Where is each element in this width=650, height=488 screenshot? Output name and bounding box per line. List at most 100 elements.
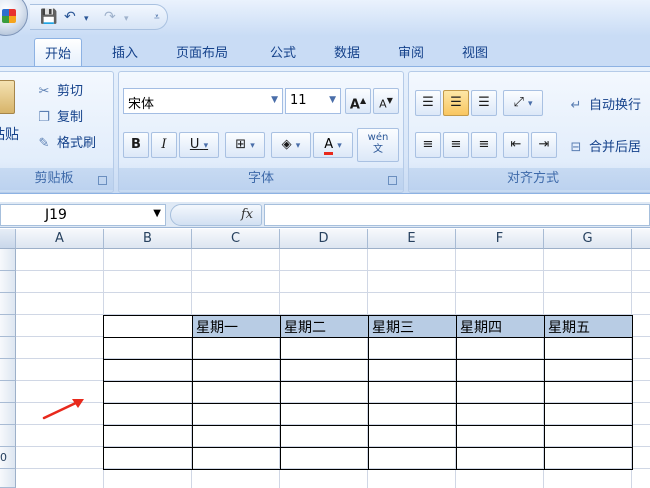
row-header[interactable] — [0, 271, 16, 293]
bottom-align-button[interactable]: ☰ — [471, 90, 497, 116]
table-cell[interactable] — [192, 447, 281, 470]
align-center-button[interactable]: ≡ — [443, 132, 469, 158]
paste-button[interactable]: 粘贴 — [0, 124, 19, 144]
row-header[interactable] — [0, 315, 16, 337]
table-cell[interactable] — [456, 337, 545, 360]
table-cell[interactable] — [280, 447, 369, 470]
row-header[interactable] — [0, 381, 16, 403]
fill-color-button[interactable]: ◈ ▾ — [271, 132, 311, 158]
copy-button[interactable]: ❐ 复制 — [37, 106, 83, 125]
redo-dropdown-icon[interactable]: ▾ — [124, 14, 129, 24]
customize-qat-icon[interactable]: ⩡ — [154, 12, 160, 23]
table-cell[interactable] — [456, 403, 545, 426]
table-cell[interactable] — [103, 359, 193, 382]
table-cell[interactable] — [368, 337, 457, 360]
undo-dropdown-icon[interactable]: ▾ — [84, 14, 89, 24]
bold-button[interactable]: B — [123, 132, 149, 158]
column-header-f[interactable]: F — [456, 229, 544, 249]
table-cell[interactable] — [103, 337, 193, 360]
font-color-button[interactable]: A ▾ — [313, 132, 353, 158]
grow-font-button[interactable]: A▲ — [345, 88, 371, 114]
tab-data[interactable]: 数据 — [334, 42, 360, 61]
column-header-c[interactable]: C — [192, 229, 280, 249]
wrap-text-button[interactable]: ↵ 自动换行 — [569, 94, 641, 113]
decrease-indent-button[interactable]: ⇤ — [503, 132, 529, 158]
table-cell[interactable] — [280, 403, 369, 426]
align-left-button[interactable]: ≡ — [415, 132, 441, 158]
table-cell[interactable] — [544, 359, 633, 382]
italic-button[interactable]: I — [151, 132, 177, 158]
table-header-cell[interactable]: 星期一 — [192, 315, 281, 338]
table-cell[interactable] — [192, 359, 281, 382]
tab-page-layout[interactable]: 页面布局 — [176, 42, 228, 61]
name-box[interactable]: J19 ▼ — [0, 204, 166, 226]
redo-icon[interactable]: ↷ — [104, 9, 116, 25]
format-painter-button[interactable]: ✎ 格式刷 — [37, 132, 96, 151]
row-header[interactable] — [0, 403, 16, 425]
tab-view[interactable]: 视图 — [462, 42, 488, 61]
table-cell[interactable] — [103, 447, 193, 470]
column-header-g[interactable]: G — [544, 229, 632, 249]
phonetic-button[interactable]: wén 文 — [357, 128, 399, 162]
select-all-corner[interactable] — [0, 229, 16, 249]
middle-align-button[interactable]: ☰ — [443, 90, 469, 116]
tab-insert[interactable]: 插入 — [112, 42, 138, 61]
table-cell[interactable] — [544, 381, 633, 404]
row-header[interactable] — [0, 337, 16, 359]
tab-formulas[interactable]: 公式 — [270, 42, 296, 61]
table-cell[interactable] — [103, 403, 193, 426]
table-cell[interactable] — [280, 337, 369, 360]
table-header-cell[interactable]: 星期五 — [544, 315, 633, 338]
column-header-partial[interactable] — [632, 229, 650, 249]
table-cell[interactable] — [192, 403, 281, 426]
shrink-font-button[interactable]: A▼ — [373, 88, 399, 114]
insert-function-button[interactable]: fx — [241, 207, 253, 222]
merge-center-button[interactable]: ⊟ 合并后居 — [569, 136, 641, 155]
table-header-cell[interactable]: 星期三 — [368, 315, 457, 338]
row-header[interactable] — [0, 425, 16, 447]
table-cell[interactable] — [103, 381, 193, 404]
formula-input[interactable] — [264, 204, 650, 226]
column-header-e[interactable]: E — [368, 229, 456, 249]
align-right-button[interactable]: ≡ — [471, 132, 497, 158]
top-align-button[interactable]: ☰ — [415, 90, 441, 116]
font-size-combo[interactable]: 11 ▼ — [285, 88, 341, 114]
table-cell[interactable] — [368, 359, 457, 382]
table-cell[interactable] — [456, 381, 545, 404]
table-cell[interactable] — [280, 425, 369, 448]
table-cell[interactable] — [368, 403, 457, 426]
row-header[interactable] — [0, 249, 16, 271]
table-cell[interactable] — [456, 425, 545, 448]
table-cell[interactable] — [368, 381, 457, 404]
row-header[interactable] — [0, 469, 16, 488]
table-header-cell[interactable]: 星期四 — [456, 315, 545, 338]
row-header[interactable] — [0, 293, 16, 315]
table-cell[interactable] — [544, 403, 633, 426]
row-header-partial[interactable]: 0 — [0, 447, 16, 469]
table-cell[interactable] — [544, 425, 633, 448]
increase-indent-button[interactable]: ⇥ — [531, 132, 557, 158]
underline-button[interactable]: U ▾ — [179, 132, 219, 158]
paste-icon[interactable] — [0, 80, 15, 114]
table-cell[interactable] — [456, 359, 545, 382]
borders-button[interactable]: ⊞ ▾ — [225, 132, 265, 158]
table-cell[interactable] — [192, 425, 281, 448]
table-cell[interactable] — [456, 447, 545, 470]
save-icon[interactable]: 💾 — [40, 9, 57, 25]
tab-review[interactable]: 审阅 — [398, 42, 424, 61]
table-cell[interactable] — [192, 337, 281, 360]
clipboard-dialog-launcher-icon[interactable] — [98, 176, 107, 185]
table-cell[interactable] — [544, 447, 633, 470]
table-cell[interactable] — [192, 381, 281, 404]
undo-icon[interactable]: ↶ — [64, 9, 76, 25]
column-header-d[interactable]: D — [280, 229, 368, 249]
table-cell[interactable] — [103, 315, 193, 338]
column-header-a[interactable]: A — [16, 229, 104, 249]
office-button[interactable] — [0, 0, 28, 36]
table-header-cell[interactable]: 星期二 — [280, 315, 369, 338]
table-cell[interactable] — [280, 359, 369, 382]
table-cell[interactable] — [544, 337, 633, 360]
font-dialog-launcher-icon[interactable] — [388, 176, 397, 185]
orientation-button[interactable]: ⤢ ▾ — [503, 90, 543, 116]
table-cell[interactable] — [280, 381, 369, 404]
